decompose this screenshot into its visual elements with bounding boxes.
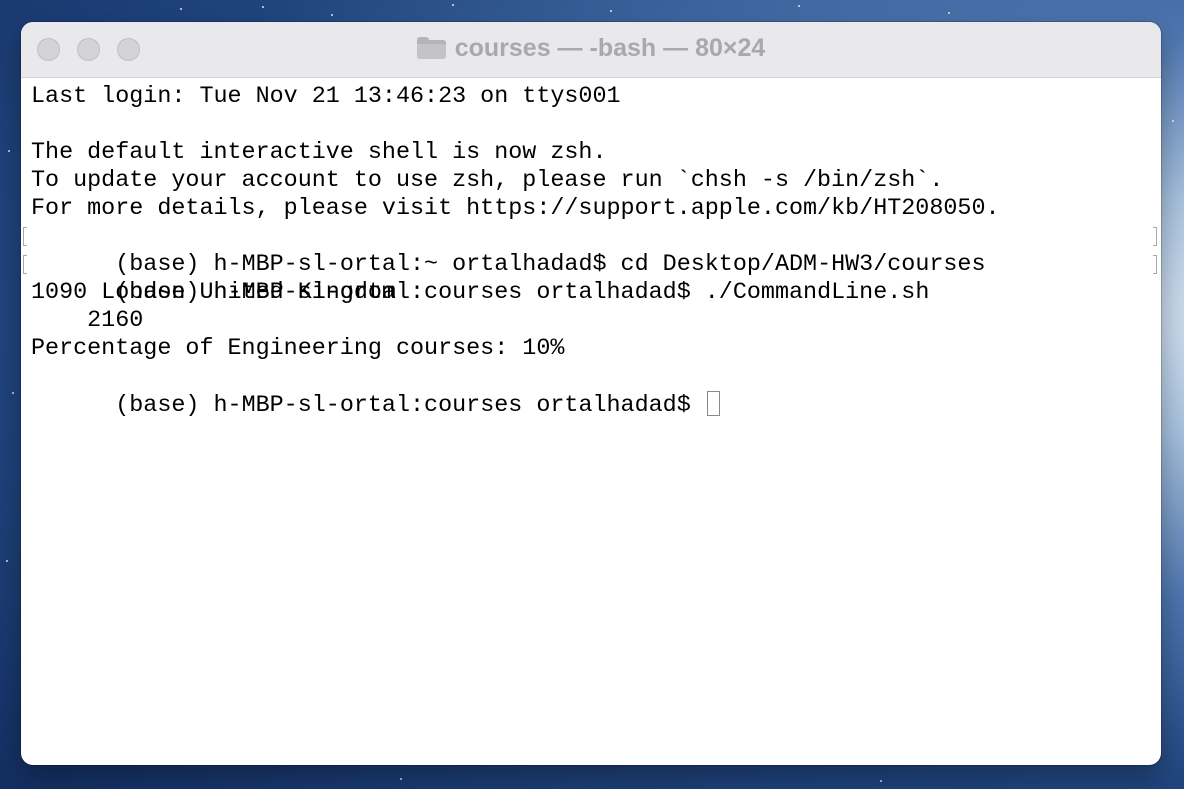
star <box>8 150 10 152</box>
command-mark-left <box>23 255 27 274</box>
terminal-line: The default interactive shell is now zsh… <box>31 140 607 166</box>
star <box>180 8 182 10</box>
window-titlebar[interactable]: courses — -bash — 80×24 <box>21 22 1161 78</box>
terminal-prompt: (base) h-MBP-sl-ortal:courses ortalhadad… <box>115 393 705 419</box>
star <box>798 5 800 7</box>
star <box>400 778 402 780</box>
folder-icon <box>416 37 446 59</box>
terminal-line: Percentage of Engineering courses: 10% <box>31 336 565 362</box>
terminal-command-line: (base) h-MBP-sl-ortal:courses ortalhadad… <box>23 251 1157 306</box>
star <box>1172 120 1174 122</box>
star <box>610 10 612 12</box>
command-mark-right <box>1153 255 1157 274</box>
terminal-window[interactable]: courses — -bash — 80×24 Last login: Tue … <box>21 22 1161 765</box>
text-cursor[interactable] <box>706 391 720 416</box>
terminal-output[interactable]: Last login: Tue Nov 21 13:46:23 on ttys0… <box>23 83 1157 755</box>
terminal-line: To update your account to use zsh, pleas… <box>31 168 944 194</box>
window-title: courses — -bash — 80×24 <box>21 34 1161 63</box>
star <box>6 560 8 562</box>
window-title-text: courses — -bash — 80×24 <box>454 34 766 62</box>
terminal-line: 1090 London United Kingdom <box>31 280 396 306</box>
star <box>262 6 264 8</box>
star <box>12 392 14 394</box>
terminal-line: 2160 <box>31 308 144 334</box>
terminal-prompt-line[interactable]: (base) h-MBP-sl-ortal:courses ortalhadad… <box>31 363 1151 419</box>
terminal-line: Last login: Tue Nov 21 13:46:23 on ttys0… <box>31 84 621 110</box>
star <box>331 14 333 16</box>
star <box>948 12 950 14</box>
command-mark-left <box>23 227 27 246</box>
star <box>880 780 882 782</box>
terminal-line: For more details, please visit https://s… <box>31 196 1000 222</box>
command-mark-right <box>1153 227 1157 246</box>
terminal-command-line: (base) h-MBP-sl-ortal:~ ortalhadad$ cd D… <box>23 223 1157 278</box>
star <box>452 4 454 6</box>
